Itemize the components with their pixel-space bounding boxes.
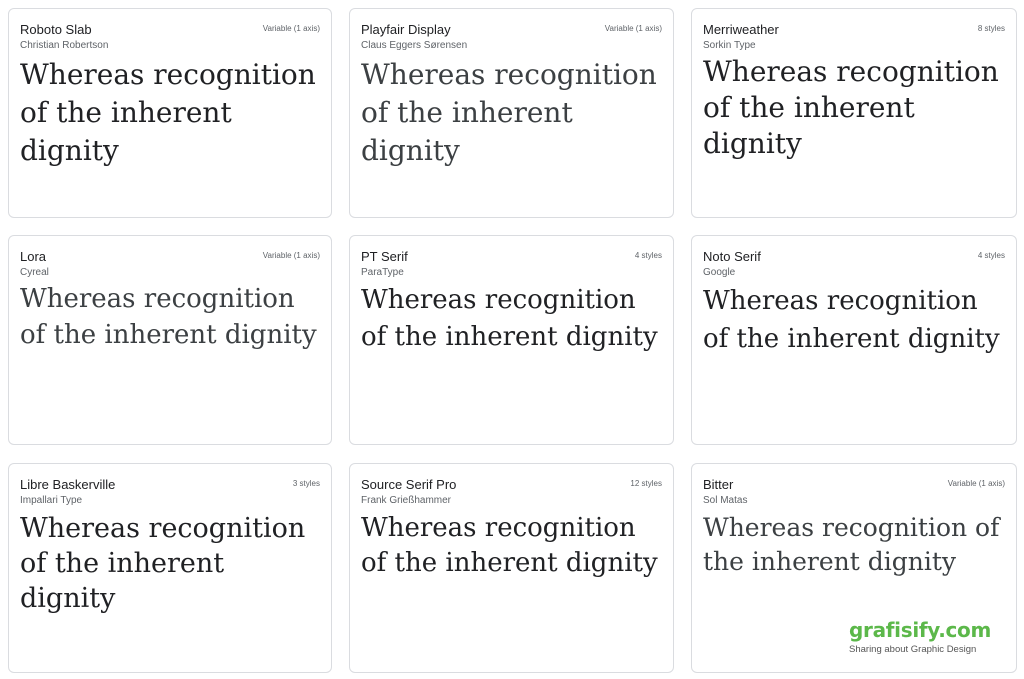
font-styles-count: 4 styles xyxy=(977,251,1005,260)
font-card-lora[interactable]: Lora Cyreal Variable (1 axis) Whereas re… xyxy=(8,235,332,445)
font-designer: Claus Eggers Sørensen xyxy=(361,40,468,51)
font-designer: Google xyxy=(703,267,736,278)
font-card-playfair-display[interactable]: Playfair Display Claus Eggers Sørensen V… xyxy=(349,8,674,218)
card-header: Lora Cyreal Variable (1 axis) xyxy=(20,249,320,283)
font-sample-text: Whereas recognition of the inherent dign… xyxy=(20,58,316,167)
font-card-roboto-slab[interactable]: Roboto Slab Christian Robertson Variable… xyxy=(8,8,332,218)
font-styles-count: Variable (1 axis) xyxy=(262,24,320,33)
font-name: Noto Serif xyxy=(703,249,761,264)
font-styles-count: Variable (1 axis) xyxy=(262,251,320,260)
card-header: Roboto Slab Christian Robertson Variable… xyxy=(20,22,320,56)
watermark-tagline: Sharing about Graphic Design xyxy=(849,644,977,655)
font-styles-count: 12 styles xyxy=(630,479,662,488)
font-sample-text: Whereas recognition of the inherent dign… xyxy=(703,55,999,160)
font-card-noto-serif[interactable]: Noto Serif Google 4 styles Whereas recog… xyxy=(691,235,1017,445)
font-name: Merriweather xyxy=(703,22,779,37)
font-styles-count: Variable (1 axis) xyxy=(604,24,662,33)
font-card-pt-serif[interactable]: PT Serif ParaType 4 styles Whereas recog… xyxy=(349,235,674,445)
font-sample-text: Whereas recognition of the inherent dign… xyxy=(361,513,658,578)
font-designer: Sol Matas xyxy=(703,495,748,506)
font-styles-count: 3 styles xyxy=(292,479,320,488)
font-sample-text: Whereas recognition of the inherent dign… xyxy=(703,286,1000,354)
font-name: Libre Baskerville xyxy=(20,477,116,492)
font-grid: Roboto Slab Christian Robertson Variable… xyxy=(0,0,1024,679)
font-designer: Christian Robertson xyxy=(20,40,109,51)
font-sample-text: Whereas recognition of the inherent dign… xyxy=(361,58,657,167)
font-card-merriweather[interactable]: Merriweather Sorkin Type 8 styles Wherea… xyxy=(691,8,1017,218)
card-header: PT Serif ParaType 4 styles xyxy=(361,249,662,283)
card-header: Bitter Sol Matas Variable (1 axis) xyxy=(703,477,1005,511)
font-name: PT Serif xyxy=(361,249,408,264)
font-designer: ParaType xyxy=(361,267,404,278)
font-sample-text: Whereas recognition of the inherent dign… xyxy=(20,284,317,350)
card-header: Merriweather Sorkin Type 8 styles xyxy=(703,22,1005,56)
card-header: Noto Serif Google 4 styles xyxy=(703,249,1005,283)
font-sample-text: Whereas recognition of the inherent dign… xyxy=(361,285,658,352)
font-styles-count: 4 styles xyxy=(634,251,662,260)
watermark-logo: grafisify.com xyxy=(849,618,992,642)
font-name: Source Serif Pro xyxy=(361,477,457,492)
font-styles-count: 8 styles xyxy=(977,24,1005,33)
font-sample-text: Whereas recognition of the inherent dign… xyxy=(20,513,306,614)
font-card-libre-baskerville[interactable]: Libre Baskerville Impallari Type 3 style… xyxy=(8,463,332,673)
font-designer: Frank Grießhammer xyxy=(361,495,452,506)
font-designer: Sorkin Type xyxy=(703,40,756,51)
font-designer: Impallari Type xyxy=(20,495,83,506)
card-header: Playfair Display Claus Eggers Sørensen V… xyxy=(361,22,662,56)
font-styles-count: Variable (1 axis) xyxy=(947,479,1005,488)
card-header: Source Serif Pro Frank Grießhammer 12 st… xyxy=(361,477,662,511)
card-header: Libre Baskerville Impallari Type 3 style… xyxy=(20,477,320,511)
font-sample-text: Whereas recognition of the inherent dign… xyxy=(703,513,1000,576)
watermark: grafisify.com Sharing about Graphic Desi… xyxy=(849,617,1019,656)
font-card-source-serif-pro[interactable]: Source Serif Pro Frank Grießhammer 12 st… xyxy=(349,463,674,673)
font-designer: Cyreal xyxy=(20,267,49,278)
